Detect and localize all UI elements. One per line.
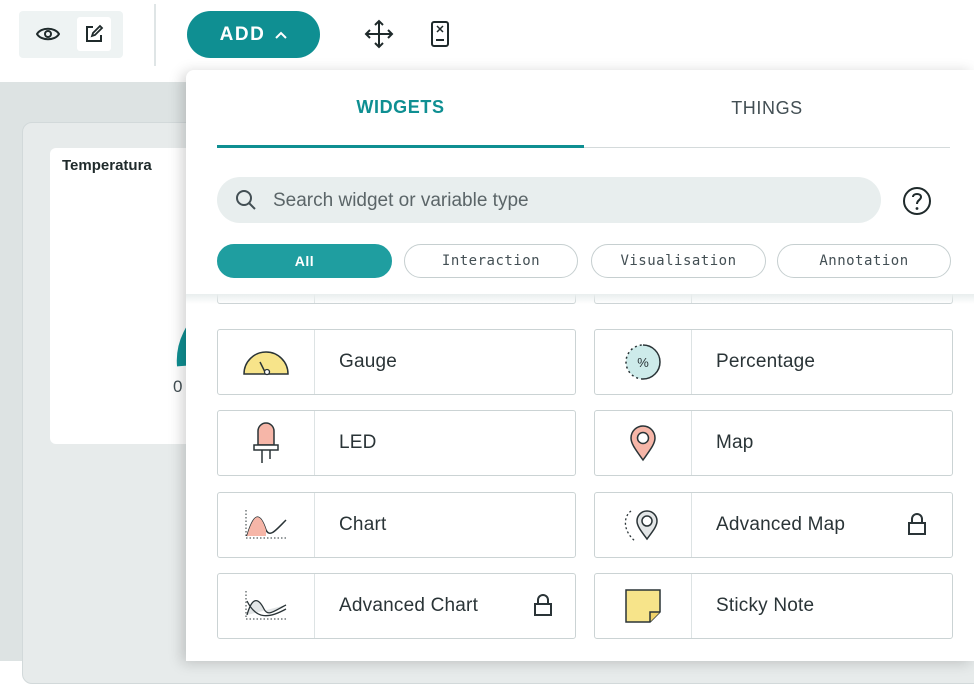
eye-icon[interactable] [31, 17, 65, 51]
svg-text:%: % [637, 355, 649, 370]
tab-widgets[interactable]: WIDGETS [217, 70, 584, 148]
lock-icon [908, 513, 926, 535]
tile-label: Percentage [716, 351, 816, 372]
move-icon[interactable] [363, 18, 395, 50]
map-pin-icon [595, 411, 692, 475]
widget-tile-chart[interactable]: Chart [217, 492, 576, 558]
tile-label: Sticky Note [716, 595, 815, 616]
widget-tile-gauge[interactable]: Gauge [217, 329, 576, 395]
list-top-shadow [186, 294, 974, 304]
tile-label: Advanced Map [716, 514, 846, 535]
chart-icon [218, 493, 315, 557]
sticky-note-icon [595, 574, 692, 638]
filter-chip-all[interactable]: All [217, 244, 392, 278]
edit-icon[interactable] [77, 17, 111, 51]
led-icon [218, 411, 315, 475]
mobile-icon[interactable] [424, 18, 456, 50]
widget-tile-led[interactable]: LED [217, 410, 576, 476]
advanced-chart-icon [218, 574, 315, 638]
tile-label: LED [339, 432, 377, 453]
tab-things[interactable]: THINGS [584, 70, 950, 148]
search-input[interactable] [271, 177, 865, 225]
toolbar-divider [154, 4, 156, 66]
widget-tile-map[interactable]: Map [594, 410, 953, 476]
lock-icon [534, 594, 552, 616]
advanced-map-icon [595, 493, 692, 557]
tile-label: Gauge [339, 351, 398, 372]
tile-label: Map [716, 432, 754, 453]
filter-chip-visualisation[interactable]: Visualisation [591, 244, 766, 278]
widget-tile-advanced-chart[interactable]: Advanced Chart [217, 573, 576, 639]
widget-title: Temperatura [62, 157, 152, 174]
add-button-label: ADD [219, 23, 266, 45]
gauge-min-label: 0 [173, 377, 183, 396]
help-icon[interactable] [902, 186, 932, 216]
widget-tile-sticky-note[interactable]: Sticky Note [594, 573, 953, 639]
widget-tile-percentage[interactable]: % Percentage [594, 329, 953, 395]
percentage-icon: % [595, 330, 692, 394]
add-button[interactable]: ADD [187, 11, 320, 58]
mode-switch [19, 11, 123, 58]
add-widget-panel: WIDGETS THINGS All Interaction Visualisa… [186, 70, 974, 661]
filter-chip-annotation[interactable]: Annotation [777, 244, 951, 278]
gauge-icon [218, 330, 315, 394]
widget-tile-advanced-map[interactable]: Advanced Map [594, 492, 953, 558]
tile-label: Advanced Chart [339, 595, 479, 616]
search-icon [236, 190, 256, 210]
search-bar [217, 177, 881, 225]
widget-list: Gauge % Percentage LED Map Chart Advance… [186, 294, 974, 661]
tile-label: Chart [339, 514, 387, 535]
chevron-up-icon [275, 31, 288, 39]
filter-chip-interaction[interactable]: Interaction [404, 244, 578, 278]
